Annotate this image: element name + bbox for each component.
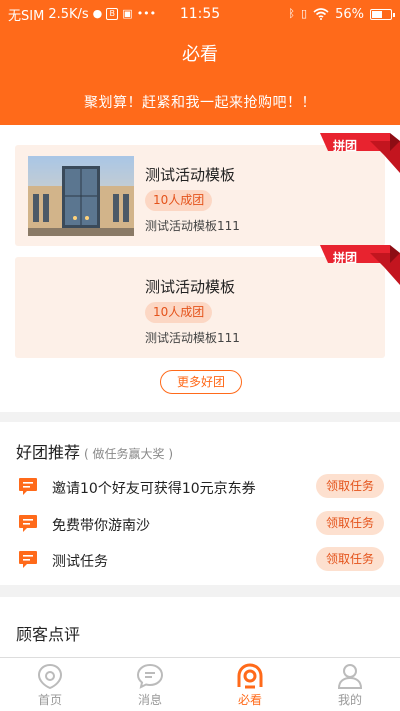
task-row: 测试任务 领取任务 xyxy=(0,545,400,575)
tab-label: 消息 xyxy=(137,693,162,707)
group-card[interactable]: 测试活动模板 10人成团 测试活动模板111 拼团 xyxy=(15,245,400,358)
carrier-text: 无SIM xyxy=(8,8,45,24)
reviews-section: 顾客点评 xyxy=(0,597,400,657)
card-subtitle: 测试活动模板111 xyxy=(145,219,240,233)
group-card[interactable]: 测试活动模板 10人成团 测试活动模板111 拼团 xyxy=(15,133,400,246)
card-subtitle: 测试活动模板111 xyxy=(145,331,240,345)
task-text: 测试任务 xyxy=(52,554,108,570)
claim-task-button[interactable]: 领取任务 xyxy=(316,547,384,571)
status-bar: 无SIM 2.5K/s ● B ▣ ••• 11:55 ᛒ ▯ 56% xyxy=(0,0,400,28)
building-image xyxy=(28,156,134,236)
vibrate-icon: ▯ xyxy=(301,7,308,20)
notification-icon: B xyxy=(106,8,119,20)
image-icon: ▣ xyxy=(122,7,133,20)
task-row: 邀请10个好友可获得10元京东券 领取任务 xyxy=(0,472,400,502)
card-title: 测试活动模板 xyxy=(145,166,236,184)
network-speed: 2.5K/s xyxy=(48,6,89,22)
message-icon xyxy=(136,663,164,689)
claim-task-button[interactable]: 领取任务 xyxy=(316,474,384,498)
task-chat-icon xyxy=(19,478,37,495)
tab-must-see[interactable]: 必看 xyxy=(200,658,300,711)
profile-icon xyxy=(337,664,363,689)
page-title: 必看 xyxy=(182,44,218,65)
group-size-badge: 10人成团 xyxy=(145,302,213,323)
tab-label: 必看 xyxy=(237,693,262,707)
section-title-text: 好团推荐 xyxy=(16,443,81,462)
claim-task-button[interactable]: 领取任务 xyxy=(316,511,384,535)
group-size-badge: 10人成团 xyxy=(145,190,213,211)
battery-icon xyxy=(370,8,395,20)
header: 无SIM 2.5K/s ● B ▣ ••• 11:55 ᛒ ▯ 56% 必看 聚… xyxy=(0,0,400,125)
recommend-section: 好团推荐( 做任务赢大奖 ) 邀请10个好友可获得10元京东券 领取任务 免费带… xyxy=(0,422,400,585)
home-icon xyxy=(37,663,63,689)
wifi-icon xyxy=(313,8,329,20)
cloud-icon: ● xyxy=(92,7,103,20)
ribbon-label: 拼团 xyxy=(332,139,357,153)
tab-label: 首页 xyxy=(37,693,62,707)
bottom-tab-bar: 首页 消息 必看 我的 xyxy=(0,657,400,711)
tab-home[interactable]: 首页 xyxy=(0,658,100,711)
must-see-icon xyxy=(237,663,263,689)
section-subtitle: ( 做任务赢大奖 ) xyxy=(84,447,174,461)
task-chat-icon xyxy=(19,551,37,568)
promo-banner: 聚划算！赶紧和我一起来抢购吧！！ xyxy=(84,95,316,111)
tab-profile[interactable]: 我的 xyxy=(300,658,400,711)
task-row: 免费带你游南沙 领取任务 xyxy=(0,509,400,539)
card-title: 测试活动模板 xyxy=(145,278,236,296)
section-title: 好团推荐( 做任务赢大奖 ) xyxy=(16,439,173,463)
group-buy-section: 测试活动模板 10人成团 测试活动模板111 拼团 测试活动模板 10人成团 测… xyxy=(0,125,400,412)
tab-messages[interactable]: 消息 xyxy=(100,658,200,711)
task-text: 免费带你游南沙 xyxy=(52,518,150,534)
more-groups-button[interactable]: 更多好团 xyxy=(160,370,242,394)
task-chat-icon xyxy=(19,515,37,532)
battery-percent: 56% xyxy=(335,6,364,22)
ribbon-label: 拼团 xyxy=(332,251,357,265)
bluetooth-icon: ᛒ xyxy=(288,7,296,20)
more-icon: ••• xyxy=(136,7,157,20)
tab-label: 我的 xyxy=(337,693,362,707)
reviews-title: 顾客点评 xyxy=(16,625,81,644)
task-text: 邀请10个好友可获得10元京东券 xyxy=(52,481,256,497)
